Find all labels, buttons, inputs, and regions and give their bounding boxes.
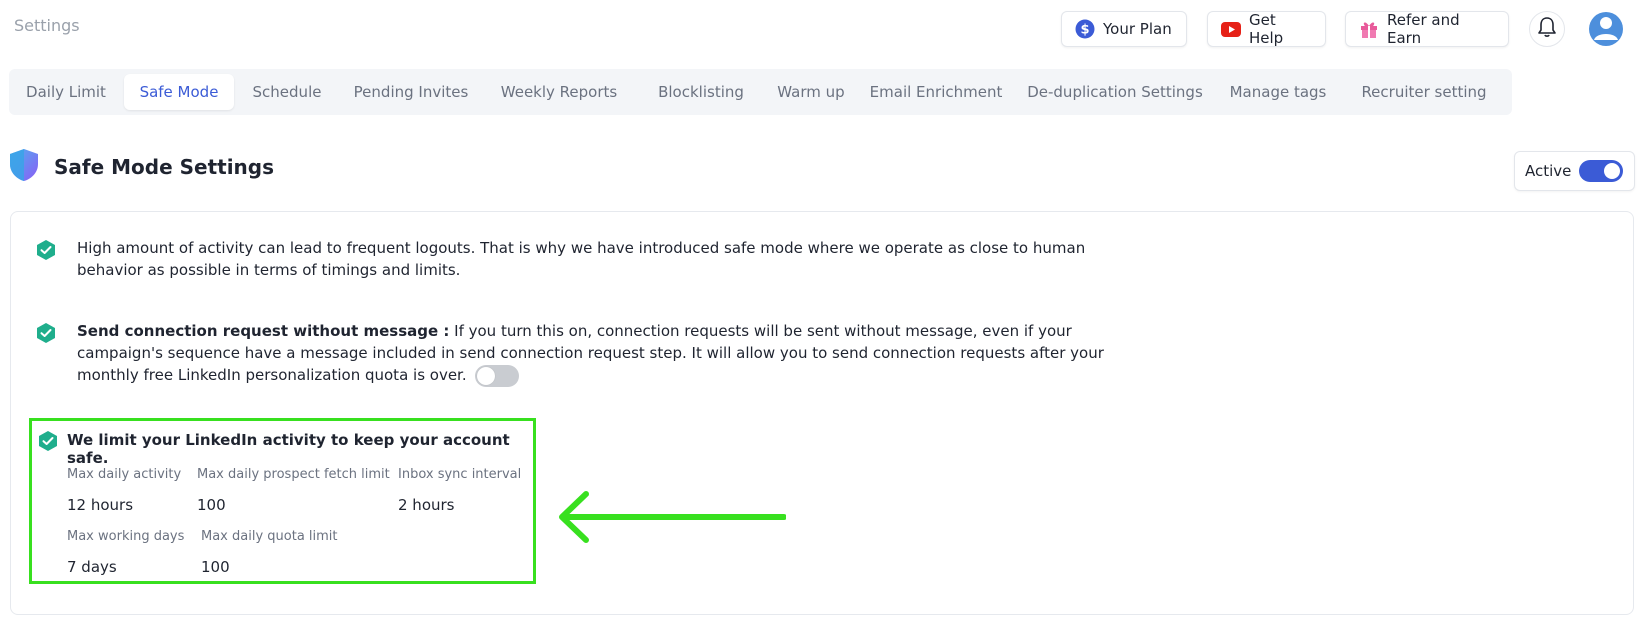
- safe-mode-toggle[interactable]: [1579, 160, 1624, 182]
- stat-max-working-days: Max working days 7 days: [67, 529, 184, 576]
- stat-inbox-sync-interval: Inbox sync interval 2 hours: [398, 467, 521, 514]
- section-title: Safe Mode Settings: [54, 155, 275, 179]
- section-header: Safe Mode Settings: [8, 148, 274, 186]
- stat-value: 100: [197, 496, 226, 514]
- tab-weekly-reports[interactable]: Weekly Reports: [488, 74, 630, 110]
- arrow-left-icon: [559, 491, 786, 543]
- stat-label: Inbox sync interval: [398, 467, 522, 482]
- connection-text-block: Send connection request without message …: [77, 320, 1145, 387]
- send-without-message-toggle[interactable]: [474, 364, 519, 387]
- gift-icon: [1359, 19, 1379, 39]
- connection-row: Send connection request without message …: [35, 320, 1145, 387]
- settings-tabs: Daily Limit Safe Mode Schedule Pending I…: [9, 69, 1512, 115]
- check-badge-icon: [39, 431, 57, 451]
- user-avatar[interactable]: [1589, 12, 1623, 46]
- tab-warm-up[interactable]: Warm up: [766, 74, 856, 110]
- bell-icon: [1537, 16, 1557, 42]
- stat-label: Max working days: [67, 529, 185, 544]
- your-plan-button[interactable]: $ Your Plan: [1061, 11, 1187, 47]
- shield-icon: [8, 148, 40, 186]
- toggle-knob: [1604, 163, 1621, 179]
- toggle-knob: [476, 366, 495, 385]
- svg-text:$: $: [1080, 23, 1089, 38]
- active-label: Active: [1525, 162, 1572, 180]
- stat-max-daily-activity: Max daily activity 12 hours: [67, 467, 181, 514]
- tab-email-enrichment[interactable]: Email Enrichment: [862, 74, 1010, 110]
- tab-schedule[interactable]: Schedule: [240, 74, 334, 110]
- stat-label: Max daily prospect fetch limit: [197, 467, 390, 482]
- user-avatar-icon: [1589, 12, 1623, 46]
- stat-value: 7 days: [67, 558, 117, 576]
- get-help-button[interactable]: Get Help: [1207, 11, 1326, 47]
- connection-title: Send connection request without message …: [77, 322, 450, 340]
- top-actions: $ Your Plan Get Help Refer and Earn: [0, 11, 1642, 47]
- stat-value: 100: [201, 558, 230, 576]
- limits-title: We limit your LinkedIn activity to keep …: [67, 431, 510, 467]
- active-toggle-box: Active: [1514, 151, 1635, 191]
- stat-value: 2 hours: [398, 496, 455, 514]
- dollar-icon: $: [1075, 19, 1095, 39]
- tab-recruiter-setting[interactable]: Recruiter setting: [1349, 74, 1499, 110]
- stat-label: Max daily activity: [67, 467, 182, 482]
- stat-max-prospect-fetch: Max daily prospect fetch limit 100: [197, 467, 390, 514]
- intro-text: High amount of activity can lead to freq…: [77, 239, 1086, 279]
- stat-label: Max daily quota limit: [201, 529, 338, 544]
- refer-and-earn-button[interactable]: Refer and Earn: [1345, 11, 1509, 47]
- tab-blocklisting[interactable]: Blocklisting: [639, 74, 763, 110]
- notifications-button[interactable]: [1529, 11, 1565, 47]
- youtube-icon: [1221, 21, 1241, 37]
- safe-mode-card: High amount of activity can lead to freq…: [10, 211, 1634, 615]
- intro-row: High amount of activity can lead to freq…: [35, 237, 1115, 281]
- tab-daily-limit[interactable]: Daily Limit: [14, 74, 118, 110]
- get-help-label: Get Help: [1249, 11, 1284, 47]
- tab-manage-tags[interactable]: Manage tags: [1222, 74, 1334, 110]
- tab-safe-mode[interactable]: Safe Mode: [124, 74, 234, 110]
- refer-and-earn-label: Refer and Earn: [1387, 11, 1460, 47]
- your-plan-label: Your Plan: [1103, 20, 1172, 38]
- stat-value: 12 hours: [67, 496, 134, 514]
- limits-box: We limit your LinkedIn activity to keep …: [29, 418, 536, 584]
- check-badge-icon: [37, 323, 55, 343]
- check-badge-icon: [37, 240, 55, 260]
- tab-pending-invites[interactable]: Pending Invites: [342, 74, 480, 110]
- tab-deduplication-settings[interactable]: De-duplication Settings: [1019, 74, 1211, 110]
- stat-max-daily-quota: Max daily quota limit 100: [201, 529, 338, 576]
